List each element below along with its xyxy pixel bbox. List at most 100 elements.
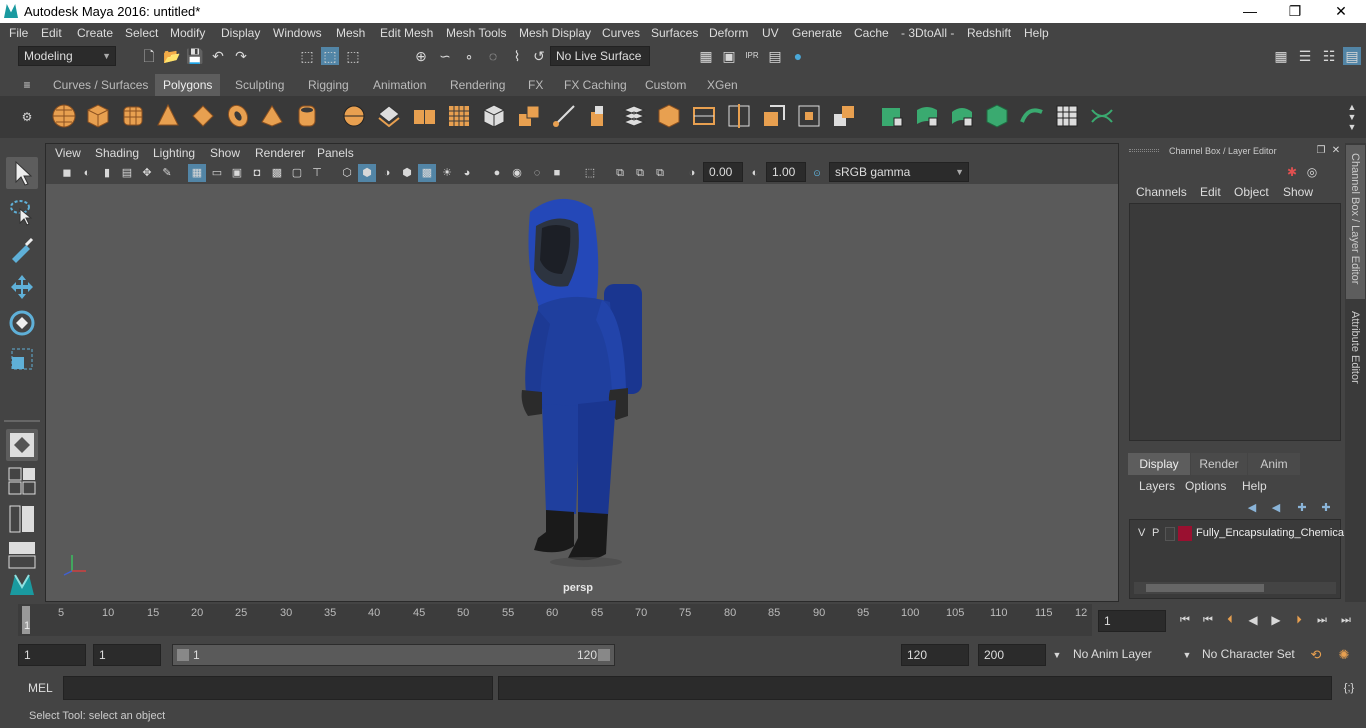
tab-sculpting[interactable]: Sculpting [227, 74, 292, 96]
extrude-icon[interactable] [515, 102, 543, 130]
select-tool-icon[interactable] [6, 157, 38, 189]
go-to-end-icon[interactable]: ⏭ [1337, 611, 1355, 629]
rotate-tool-icon[interactable] [6, 307, 38, 339]
film-gate-icon[interactable]: ▭ [208, 164, 226, 182]
tab-animation[interactable]: Animation [365, 74, 434, 96]
show-menu[interactable]: Show [1283, 185, 1313, 199]
animation-start-field[interactable]: 1 [18, 644, 86, 666]
side-tab-attribute-editor[interactable]: Attribute Editor [1346, 305, 1365, 405]
uv-planar-icon[interactable] [878, 102, 906, 130]
tab-curves-surfaces[interactable]: Curves / Surfaces [45, 74, 156, 96]
offset-loop-icon[interactable] [760, 102, 788, 130]
step-forward-frame-icon[interactable]: ⏵ [1290, 611, 1308, 629]
command-language-label[interactable]: MEL [28, 681, 53, 695]
render-frame-icon[interactable]: ▣ [720, 47, 738, 65]
live-surface-field[interactable]: No Live Surface [550, 46, 650, 66]
bevel-icon[interactable] [585, 102, 613, 130]
step-forward-key-icon[interactable]: ⏭ [1313, 611, 1331, 629]
uv-spherical-icon[interactable] [948, 102, 976, 130]
tab-fx-caching[interactable]: FX Caching [556, 74, 635, 96]
move-layer-down-icon[interactable]: ◀ [1267, 499, 1285, 517]
tab-anim[interactable]: Anim [1248, 453, 1300, 475]
layer-visibility-toggle[interactable]: V [1138, 527, 1145, 539]
extract-icon[interactable] [410, 102, 438, 130]
redo-icon[interactable]: ↷ [232, 47, 250, 65]
playback-start-field[interactable]: 1 [93, 644, 161, 666]
attribute-editor-toggle-icon[interactable]: ☷ [1320, 47, 1338, 65]
edit-menu[interactable]: Edit [1200, 185, 1221, 199]
perspective-viewport[interactable]: persp [46, 184, 1118, 601]
layer-scrollbar-thumb[interactable] [1146, 584, 1264, 592]
menu-help[interactable]: Help [1024, 26, 1049, 40]
menu-display[interactable]: Display [221, 26, 260, 40]
viewport-menu-show[interactable]: Show [210, 146, 240, 160]
snap-view-icon[interactable]: ◌ [484, 47, 502, 65]
poly-pipe-icon[interactable] [293, 102, 321, 130]
menu-uv[interactable]: UV [762, 26, 779, 40]
image-plane-icon[interactable]: ▤ [118, 164, 136, 182]
menu-surfaces[interactable]: Surfaces [651, 26, 698, 40]
animation-end-field[interactable]: 200 [978, 644, 1046, 666]
bool-icon[interactable] [480, 102, 508, 130]
gamma-icon[interactable]: ◐ [746, 164, 764, 182]
maximize-button[interactable]: ❐ [1272, 0, 1318, 23]
tab-xgen[interactable]: XGen [699, 74, 746, 96]
channel-box-toggle-icon[interactable]: ▤ [1343, 47, 1361, 65]
maya-home-icon[interactable] [6, 567, 38, 599]
two-d-pan-icon[interactable]: ✥ [138, 164, 156, 182]
tab-rigging[interactable]: Rigging [300, 74, 357, 96]
tab-polygons[interactable]: Polygons [155, 74, 221, 96]
workspace-layout-icon[interactable]: ▦ [1272, 47, 1290, 65]
camera-attributes-icon[interactable]: ◐ [78, 164, 96, 182]
single-perspective-layout-icon[interactable] [6, 429, 38, 461]
uv-automatic-icon[interactable] [983, 102, 1011, 130]
auto-key-icon[interactable]: ⟲ [1307, 646, 1325, 664]
use-all-lights-icon[interactable]: ☀ [438, 164, 456, 182]
uv-unfold-icon[interactable] [1088, 102, 1116, 130]
move-layer-up-icon[interactable]: ◀ [1243, 499, 1261, 517]
chevron-down-icon[interactable]: ▼ [1178, 646, 1196, 664]
poly-plane-icon[interactable] [189, 102, 217, 130]
layer-playback-toggle[interactable]: P [1152, 527, 1159, 539]
default-material-icon[interactable]: ◑ [378, 164, 396, 182]
poly-cylinder-icon[interactable] [119, 102, 147, 130]
bookmark-icon[interactable]: ▮ [98, 164, 116, 182]
step-back-frame-icon[interactable]: ⏴ [1221, 611, 1239, 629]
layer-color-swatch[interactable] [1178, 526, 1192, 541]
lasso-tool-icon[interactable] [6, 195, 38, 227]
poly-torus-icon[interactable] [224, 102, 252, 130]
playback-end-field[interactable]: 120 [901, 644, 969, 666]
select-hierarchy-icon[interactable]: ⬚ [298, 47, 316, 65]
side-tab-channel-box[interactable]: Channel Box / Layer Editor [1346, 145, 1365, 299]
new-layer-selected-icon[interactable]: ✚ [1317, 499, 1335, 517]
play-forwards-icon[interactable]: ▶ [1267, 611, 1285, 629]
xray-icon[interactable]: ⧉ [611, 164, 629, 182]
menu-mesh-tools[interactable]: Mesh Tools [446, 26, 506, 40]
tab-display[interactable]: Display [1128, 453, 1190, 475]
menu-set-dropdown[interactable]: Modeling ▼ [18, 46, 116, 66]
smooth-icon[interactable] [445, 102, 473, 130]
snap-point-icon[interactable]: ∘ [460, 47, 478, 65]
four-view-layout-icon[interactable] [6, 465, 38, 497]
command-input[interactable] [63, 676, 493, 700]
menu-edit-mesh[interactable]: Edit Mesh [380, 26, 433, 40]
move-tool-icon[interactable] [6, 271, 38, 303]
new-layer-icon[interactable]: ✚ [1293, 499, 1311, 517]
camera-select-icon[interactable]: ◼ [58, 164, 76, 182]
current-frame-field[interactable]: 1 [1098, 610, 1166, 632]
colorspace-dropdown[interactable]: sRGB gamma ▼ [829, 162, 969, 182]
new-scene-icon[interactable]: 🗋 [140, 47, 158, 65]
script-editor-icon[interactable]: {;} [1340, 679, 1358, 697]
channels-menu[interactable]: Channels [1136, 185, 1187, 199]
minimize-button[interactable]: — [1227, 0, 1273, 23]
viewport-menu-shading[interactable]: Shading [95, 146, 139, 160]
gamma-field[interactable]: 1.00 [766, 162, 806, 182]
render-settings-icon[interactable]: ▦ [697, 47, 715, 65]
range-start-handle[interactable] [177, 649, 189, 661]
smooth-shade-icon[interactable]: ⬢ [358, 164, 376, 182]
layer-scrollbar[interactable] [1134, 582, 1336, 594]
grease-pencil-icon[interactable]: ✎ [158, 164, 176, 182]
merge-icon[interactable] [830, 102, 858, 130]
scale-tool-icon[interactable] [6, 343, 38, 375]
menu-mesh-display[interactable]: Mesh Display [519, 26, 591, 40]
